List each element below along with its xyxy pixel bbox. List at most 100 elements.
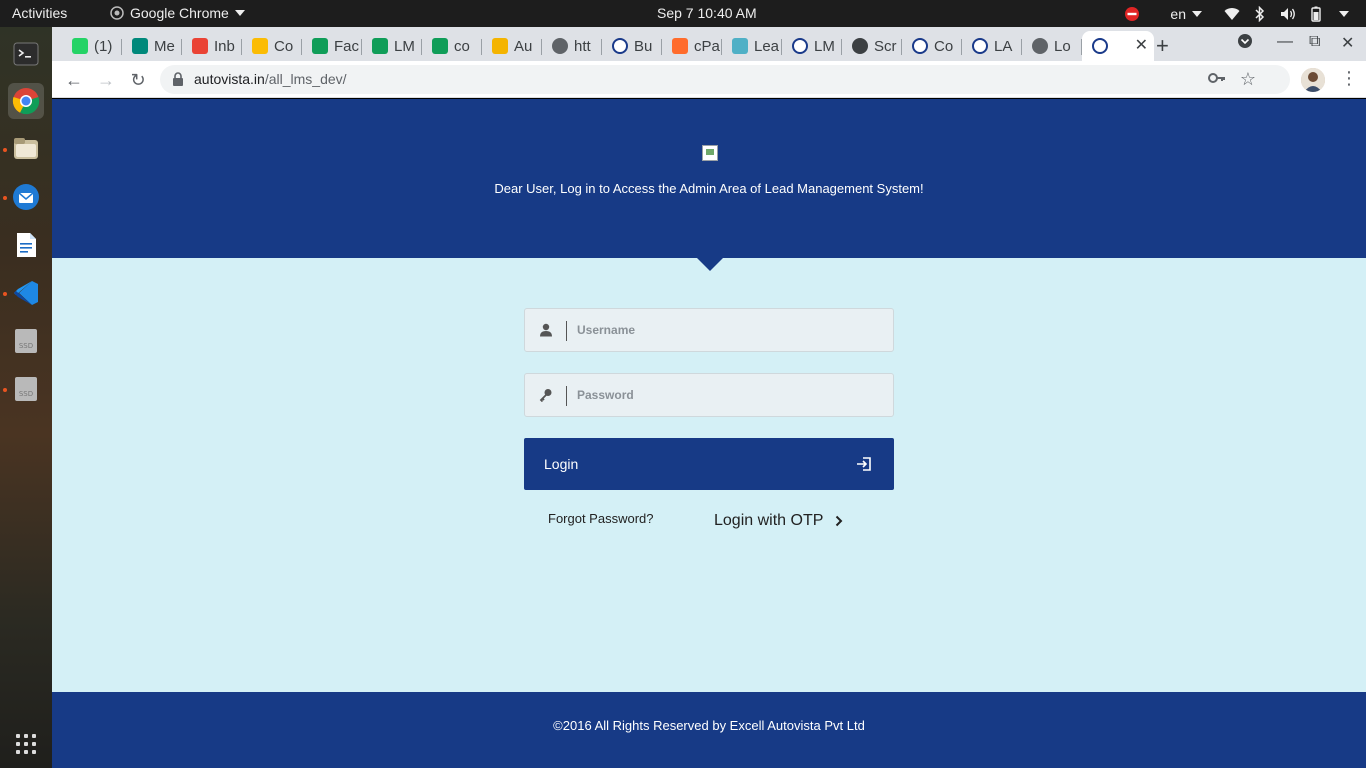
browser-tab[interactable]: LA — [962, 31, 1022, 61]
activities-button[interactable]: Activities — [12, 5, 67, 21]
sheets-icon — [312, 38, 328, 54]
broken-logo-image — [702, 145, 718, 161]
tab-label: Me — [154, 37, 175, 55]
field-divider — [566, 321, 567, 341]
browser-tab[interactable]: Lo — [1022, 31, 1082, 61]
browser-tab[interactable]: htt — [542, 31, 602, 61]
browser-tab[interactable]: Bu — [602, 31, 662, 61]
tab-label: Co — [934, 37, 954, 55]
forgot-password-link[interactable]: Forgot Password? — [548, 511, 654, 526]
back-icon[interactable]: ← — [62, 68, 86, 92]
running-indicator — [3, 148, 7, 152]
url-path: /all_lms_dev/ — [264, 71, 347, 87]
system-menu-chevron-icon[interactable] — [1336, 6, 1352, 22]
browser-tab[interactable]: LM — [782, 31, 842, 61]
stopwatch-icon — [912, 38, 928, 54]
username-input[interactable] — [577, 315, 877, 345]
browser-tab[interactable]: cPa — [662, 31, 722, 61]
do-not-disturb-icon[interactable] — [1124, 6, 1140, 22]
key-icon — [539, 388, 555, 404]
drive-ssd-icon[interactable]: SSD — [8, 371, 44, 407]
writer-dock-icon[interactable] — [8, 227, 44, 263]
header-message: Dear User, Log in to Access the Admin Ar… — [494, 181, 924, 196]
language-selector[interactable]: en — [1170, 6, 1202, 22]
browser-menu-icon[interactable]: ⋮ — [1340, 68, 1358, 89]
browser-tab[interactable]: Lea — [722, 31, 782, 61]
tab-search-icon[interactable] — [1237, 33, 1253, 54]
new-tab-button[interactable]: + — [1156, 33, 1169, 59]
tab-active[interactable]: ✕ — [1082, 31, 1154, 61]
tab-label: htt — [574, 37, 591, 55]
chevron-down-icon — [1192, 10, 1202, 17]
sheets-icon — [372, 38, 388, 54]
slides-icon — [492, 38, 508, 54]
browser-tab[interactable]: Co — [242, 31, 302, 61]
vscode-dock-icon[interactable] — [8, 275, 44, 311]
autovista-icon — [612, 38, 628, 54]
restore-icon[interactable]: ⧉ — [1309, 33, 1320, 51]
minimize-icon[interactable]: — — [1277, 33, 1293, 51]
browser-tab[interactable]: LM — [362, 31, 422, 61]
gmail-icon — [192, 38, 208, 54]
otp-label: Login with OTP — [714, 512, 824, 529]
autovista-icon — [792, 38, 808, 54]
browser-tab[interactable]: Me — [122, 31, 182, 61]
profile-avatar[interactable] — [1301, 68, 1325, 92]
wifi-icon — [1224, 6, 1240, 22]
tab-label: co — [454, 37, 470, 55]
clock[interactable]: Sep 7 10:40 AM — [657, 5, 757, 21]
tab-label: Au — [514, 37, 533, 55]
username-field[interactable] — [524, 308, 894, 352]
user-icon — [539, 323, 555, 339]
browser-tab[interactable]: (1) — [62, 31, 122, 61]
close-window-icon[interactable]: ✕ — [1341, 33, 1354, 53]
globe-icon — [552, 38, 568, 54]
files-dock-icon[interactable] — [8, 131, 44, 167]
password-input[interactable] — [577, 380, 877, 410]
browser-tab[interactable]: Scr — [842, 31, 902, 61]
address-bar[interactable]: autovista.in/all_lms_dev/ ☆ — [160, 65, 1290, 94]
page-footer: ©2016 All Rights Reserved by Excell Auto… — [52, 692, 1366, 768]
running-indicator — [3, 388, 7, 392]
login-with-otp-link[interactable]: Login with OTP — [714, 512, 843, 530]
browser-tab[interactable]: Inb — [182, 31, 242, 61]
cpanel-icon — [672, 38, 688, 54]
drive-icon — [252, 38, 268, 54]
login-button-label: Login — [544, 456, 579, 472]
sheets-icon — [432, 38, 448, 54]
chrome-dock-icon[interactable] — [8, 83, 44, 119]
key-icon[interactable] — [1208, 71, 1226, 90]
tab-strip: (1) Me Inb Co Fac LM co Au htt Bu cPa Lea LM Scr Co LA L… — [52, 27, 1366, 61]
drive-ssd-icon[interactable]: SSD — [8, 323, 44, 359]
system-top-bar: Activities Google Chrome Sep 7 10:40 AM … — [0, 0, 1366, 27]
browser-tab[interactable]: co — [422, 31, 482, 61]
url-text[interactable]: autovista.in/all_lms_dev/ — [194, 71, 347, 87]
tab-label: LA — [994, 37, 1013, 55]
header-pointer — [697, 258, 723, 271]
tab-label: Lea — [754, 37, 780, 55]
app-menu-label: Google Chrome — [130, 5, 229, 21]
svg-text:SSD: SSD — [19, 390, 33, 398]
language-label: en — [1170, 5, 1186, 22]
terminal-dock-icon[interactable] — [8, 36, 44, 72]
forward-icon[interactable]: → — [94, 68, 118, 92]
browser-tab[interactable]: Co — [902, 31, 962, 61]
show-applications-icon[interactable] — [16, 734, 36, 754]
close-tab-icon[interactable]: ✕ — [1135, 35, 1148, 55]
reload-icon[interactable]: ↻ — [126, 68, 150, 92]
tab-label: Scr — [874, 37, 897, 55]
password-field[interactable] — [524, 373, 894, 417]
browser-tab[interactable]: Fac — [302, 31, 362, 61]
login-page: Dear User, Log in to Access the Admin Ar… — [52, 99, 1366, 768]
lock-icon[interactable] — [172, 72, 184, 91]
dock: SSD SSD — [0, 27, 52, 768]
tab-label: Lo — [1054, 37, 1071, 55]
bookmark-star-icon[interactable]: ☆ — [1240, 69, 1256, 90]
running-indicator — [3, 292, 7, 296]
thunderbird-dock-icon[interactable] — [8, 179, 44, 215]
browser-tab[interactable]: Au — [482, 31, 542, 61]
app-menu[interactable]: Google Chrome — [110, 5, 245, 21]
browser-window: (1) Me Inb Co Fac LM co Au htt Bu cPa Lea LM Scr Co LA L… — [52, 27, 1366, 768]
login-button[interactable]: Login — [524, 438, 894, 490]
system-tray[interactable]: en — [1118, 0, 1366, 27]
